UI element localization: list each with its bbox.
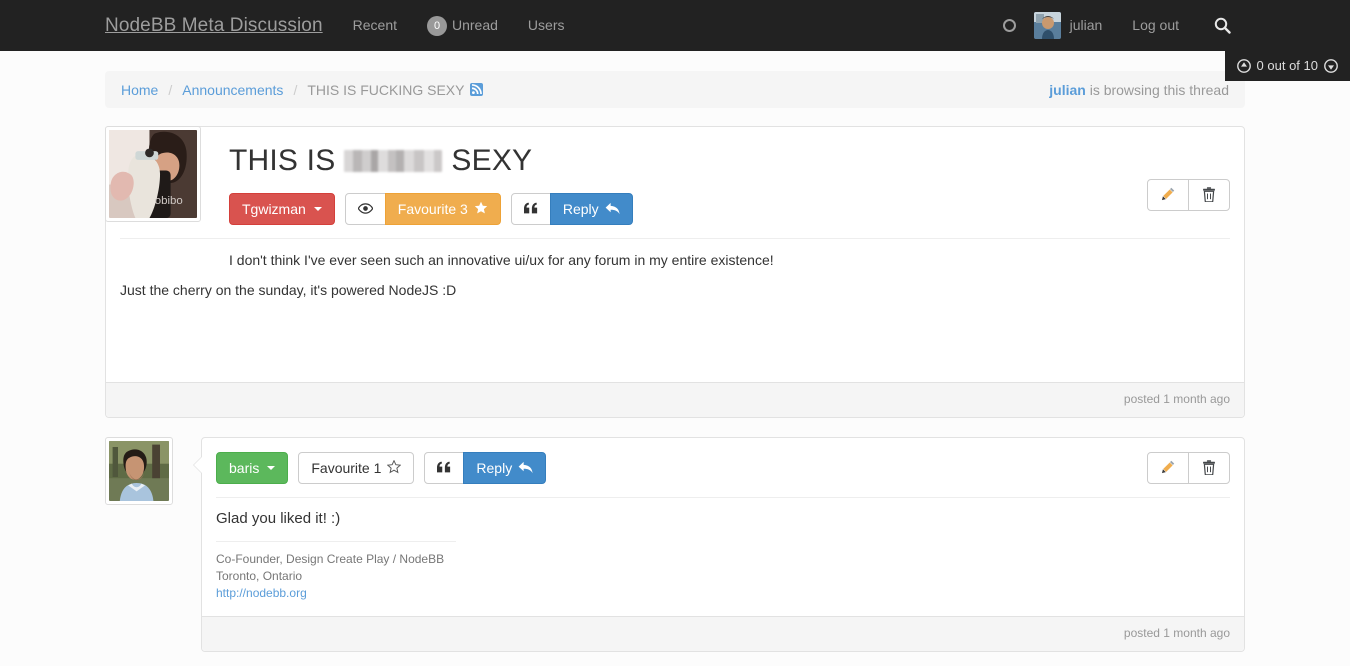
pagination-label: 0 out of 10 [1256,58,1318,73]
post-author-label: baris [229,460,260,476]
signature-line-1: Co-Founder, Design Create Play / NodeBB [216,552,445,566]
title-text-before: THIS IS [229,144,336,177]
post-paragraph: Glad you liked it! :) [216,510,341,527]
quote-icon [437,461,451,475]
pencil-icon [1161,187,1175,203]
post-timestamp: posted 1 month ago [1123,626,1230,640]
post-content: Glad you liked it! :) Co-Founder, Design… [216,498,1230,602]
svg-text:obibo: obibo [155,195,183,207]
eye-icon [357,202,374,216]
trash-icon [1202,459,1216,477]
post-content: I don't think I've ever seen such an inn… [120,239,1230,300]
post-author-button[interactable]: baris [216,452,289,484]
reply-label: Reply [562,201,599,217]
reply-group: Reply [424,452,547,484]
status-circle-icon[interactable] [1002,19,1016,32]
page-container: Home / Announcements / THIS IS FUCKING S… [105,51,1245,666]
quote-button[interactable] [510,193,551,225]
breadcrumb-home[interactable]: Home [121,82,158,98]
post-timestamp: posted 1 month ago [1123,392,1230,406]
breadcrumb-category[interactable]: Announcements [182,82,283,98]
post-author-label: Tgwizman [242,201,306,217]
chevron-down-icon [267,466,276,470]
post-panel: baris Favourite 1 Reply Glad you liked i… [193,437,1245,652]
post-mod-tools [1147,452,1230,484]
quote-icon [523,202,538,216]
post-signature: Co-Founder, Design Create Play / NodeBB … [216,551,1230,602]
nav-item-users[interactable]: Users [513,0,580,51]
chevron-down-icon [313,207,322,211]
browsing-text: is browsing this thread [1085,81,1229,98]
post-footer: posted 1 month ago [106,382,1244,417]
post-block: baris Favourite 1 Reply Glad you liked i… [105,437,1245,652]
avatar[interactable] [1033,12,1061,39]
post-footer: posted 1 month ago [202,616,1244,651]
star-outline-icon [387,459,402,476]
breadcrumb-separator: / [168,81,173,98]
edit-post-button[interactable] [1147,179,1189,211]
site-brand[interactable]: NodeBB Meta Discussion [105,15,338,37]
post-toolbar: baris Favourite 1 Reply [216,452,1230,484]
reply-group: Reply [510,193,633,225]
watch-button[interactable] [344,193,386,225]
browsing-username: julian [1049,81,1086,98]
favourite-button[interactable]: Favourite 1 [298,452,415,484]
search-icon[interactable] [1194,17,1245,34]
browsing-users: julian is browsing this thread [1049,82,1229,98]
edit-post-button[interactable] [1147,452,1189,484]
delete-post-button[interactable] [1188,452,1230,484]
title-text-after: SEXY [451,144,533,177]
nav-item-recent[interactable]: Recent [338,0,412,51]
nav-item-unread-label: Unread [452,17,498,33]
breadcrumb-separator: / [293,81,298,98]
pencil-icon [1161,460,1175,476]
reply-arrow-icon [518,461,533,476]
favourite-label: Favourite 1 [311,460,382,476]
top-navbar: NodeBB Meta Discussion Recent 0 Unread Us… [0,0,1350,81]
favourite-group: Favourite 3 [344,193,501,225]
breadcrumb: Home / Announcements / THIS IS FUCKING S… [105,71,1245,108]
breadcrumb-current: THIS IS FUCKING SEXY [307,81,465,98]
post-panel: THIS IS SEXY Tgwizman Favourite 3 Reply … [105,126,1245,418]
avatar-image: obibo [109,130,197,218]
post-author-button[interactable]: Tgwizman [229,193,335,225]
post-mod-tools [1147,179,1230,211]
reply-arrow-icon [605,202,620,217]
arrow-circle-down-icon[interactable] [1324,58,1338,73]
post-block: obibo THIS IS SEXY Tgwizman Favourite 3 … [105,126,1245,418]
signature-divider [216,541,456,542]
rss-icon[interactable] [470,83,484,96]
arrow-circle-up-icon[interactable] [1236,58,1251,73]
censored-word [344,150,443,172]
favourite-button[interactable]: Favourite 3 [384,193,501,225]
reply-label: Reply [476,460,513,476]
post-toolbar: Tgwizman Favourite 3 Reply [120,179,1230,225]
star-filled-icon [474,201,488,217]
delete-post-button[interactable] [1188,179,1230,211]
post-paragraph: I don't think I've ever seen such an inn… [229,252,774,268]
reply-button[interactable]: Reply [463,452,547,484]
unread-count-badge: 0 [427,16,447,36]
avatar-image [109,441,169,501]
quote-button[interactable] [424,452,465,484]
nav-item-unread[interactable]: 0 Unread [412,0,513,51]
page-title: THIS IS SEXY [120,141,1230,179]
favourite-label: Favourite 3 [397,201,468,217]
nav-username[interactable]: julian [1070,0,1118,51]
signature-line-2: Toronto, Ontario [216,569,303,583]
post-paragraph: Just the cherry on the sunday, it's powe… [120,282,457,298]
logout-link[interactable]: Log out [1117,0,1194,51]
trash-icon [1202,186,1216,204]
pagination-indicator[interactable]: 0 out of 10 [1224,51,1350,81]
signature-link[interactable]: http://nodebb.org [216,586,307,600]
post-avatar[interactable] [105,437,201,505]
post-avatar[interactable]: obibo [105,126,201,222]
reply-button[interactable]: Reply [549,193,633,225]
